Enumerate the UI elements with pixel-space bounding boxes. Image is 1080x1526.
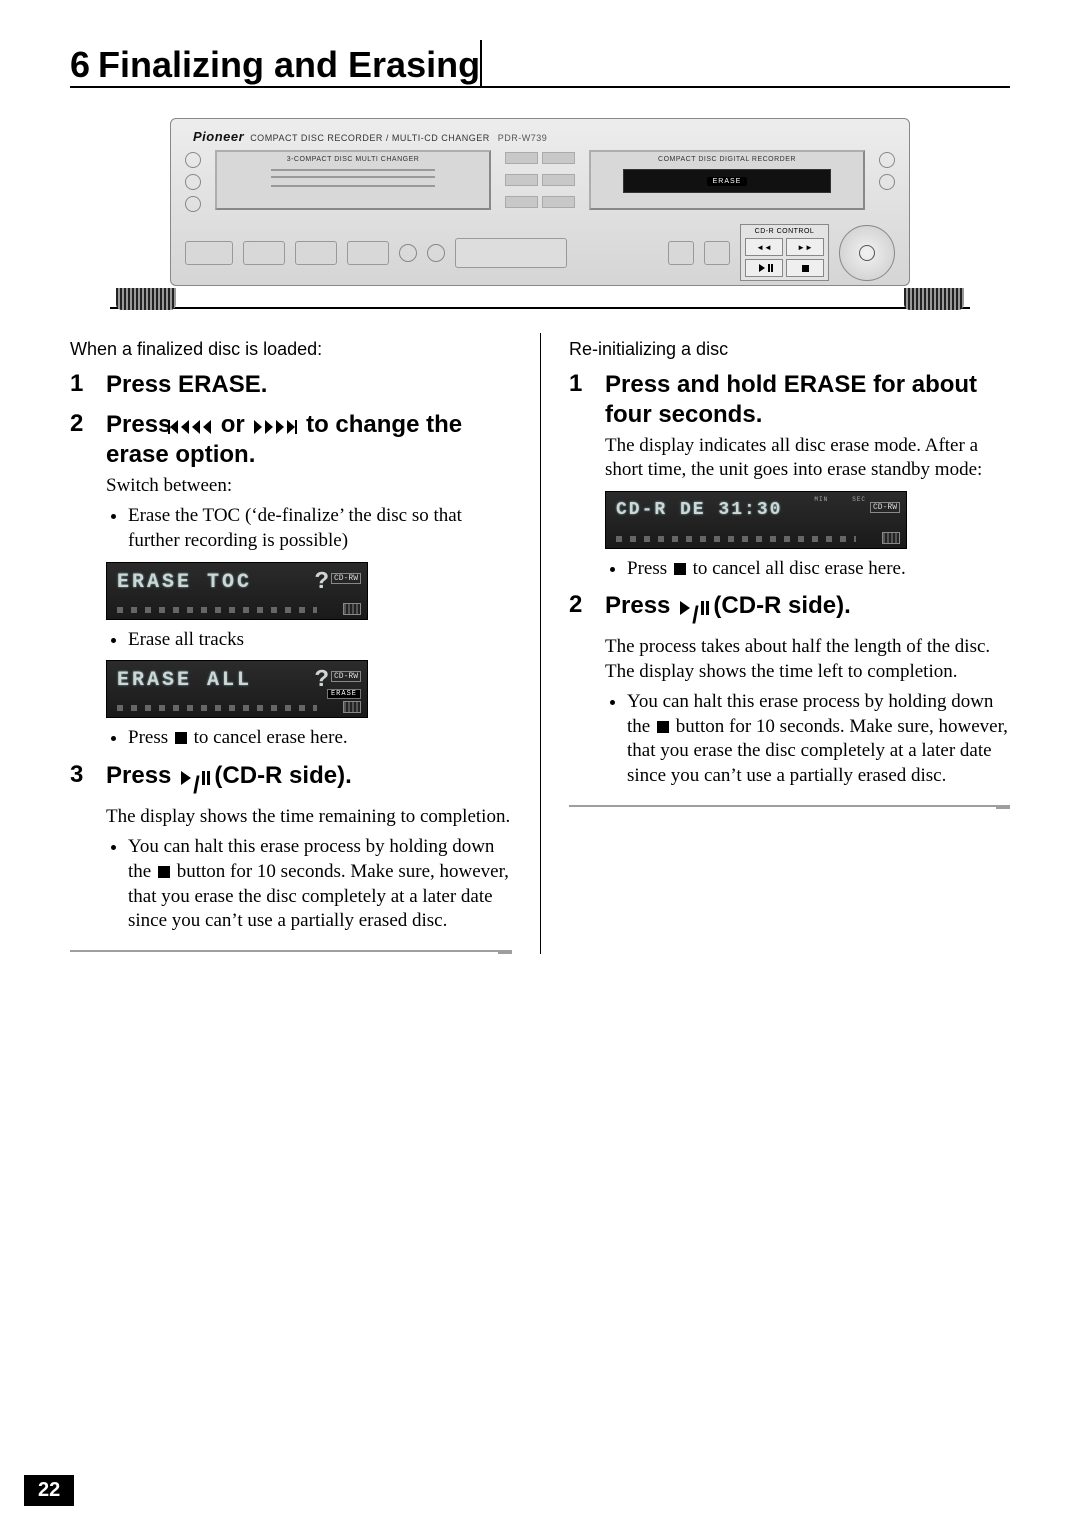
left-column: When a finalized disc is loaded: 1 Press…	[70, 333, 540, 954]
play-icon	[181, 771, 191, 785]
right-step-2-body: The process takes about half the length …	[605, 635, 1010, 684]
deck-left-label: 3-COMPACT DISC MULTI CHANGER	[287, 156, 420, 163]
rewind-icon	[203, 420, 211, 434]
stop-icon	[175, 732, 187, 744]
left-step-1-title: Press ERASE.	[106, 370, 267, 400]
device-model: PDR-W739	[498, 133, 548, 143]
chapter-title: Finalizing and Erasing	[98, 44, 480, 86]
right-step-1-title: Press and hold ERASE for about four seco…	[605, 370, 1010, 430]
brand-logo: Pioneer	[193, 129, 244, 144]
section-rule	[70, 950, 512, 954]
right-buttons-column	[879, 150, 895, 214]
erase-option-toc: Erase the TOC (‘de-finalize’ the disc so…	[128, 504, 512, 553]
play-icon	[680, 601, 690, 615]
pause-icon	[701, 601, 704, 615]
left-step-3: 3 Press / (CD-R side).	[70, 761, 512, 801]
right-step-1: 1 Press and hold ERASE for about four se…	[569, 370, 1010, 430]
prev-skip-icon	[181, 420, 189, 434]
header-divider	[480, 40, 482, 86]
deck-right-label: COMPACT DISC DIGITAL RECORDER	[658, 156, 796, 163]
fast-forward-button[interactable]: ►►	[786, 238, 824, 256]
center-buttons-grid	[505, 150, 575, 214]
lcd-reinit: MINSEC CD-R DE 31:30 CD-RW	[605, 491, 907, 549]
play-pause-button[interactable]	[745, 259, 783, 277]
lcd-erase-all: ERASE ALL ? CD-RW ERASE	[106, 660, 368, 718]
left-halt-note: You can halt this erase process by holdi…	[128, 835, 512, 934]
deck-left: 3-COMPACT DISC MULTI CHANGER	[215, 150, 491, 210]
cancel-all-erase-note: Press to cancel all disc erase here.	[627, 557, 1010, 582]
right-step-2-title: Press / (CD-R side).	[605, 591, 851, 631]
fast-forward-icon	[254, 420, 262, 434]
erase-option-all: Erase all tracks	[128, 628, 512, 653]
lcd-erase-toc: ERASE TOC ? CD-RW	[106, 562, 368, 620]
left-buttons-column	[185, 150, 201, 214]
right-lead: Re-initializing a disc	[569, 339, 1010, 360]
device-display: ERASE	[623, 169, 832, 193]
cdr-control-label: CD-R CONTROL	[745, 228, 824, 235]
left-step-1: 1 Press ERASE.	[70, 370, 512, 400]
stop-icon	[657, 721, 669, 733]
device-illustration: Pioneer COMPACT DISC RECORDER / MULTI-CD…	[70, 88, 1010, 319]
chapter-header: 6 Finalizing and Erasing	[70, 30, 1010, 88]
stop-icon	[674, 563, 686, 575]
page-number: 22	[24, 1475, 74, 1506]
pause-icon	[202, 771, 205, 785]
right-step-1-body: The display indicates all disc erase mod…	[605, 434, 1010, 483]
stop-button[interactable]	[786, 259, 824, 277]
cancel-erase-note: Press to cancel erase here.	[128, 726, 512, 751]
device-control-row: CD-R CONTROL ◄◄ ►►	[185, 224, 895, 281]
erase-indicator: ERASE	[707, 177, 748, 186]
device-subtitle: COMPACT DISC RECORDER / MULTI-CD CHANGER	[250, 133, 490, 143]
right-halt-note: You can halt this erase process by holdi…	[627, 690, 1010, 789]
chapter-number: 6	[70, 44, 90, 86]
left-step-3-title: Press / (CD-R side).	[106, 761, 352, 801]
rewind-button[interactable]: ◄◄	[745, 238, 783, 256]
left-lead: When a finalized disc is loaded:	[70, 339, 512, 360]
next-skip-icon	[276, 420, 284, 434]
section-rule	[569, 805, 1010, 809]
left-step-3-body: The display shows the time remaining to …	[106, 805, 512, 829]
right-column: Re-initializing a disc 1 Press and hold …	[540, 333, 1010, 954]
cdr-control-panel: CD-R CONTROL ◄◄ ►►	[740, 224, 829, 281]
jog-dial[interactable]	[839, 225, 895, 281]
right-step-2: 2 Press / (CD-R side).	[569, 591, 1010, 631]
stop-icon	[158, 866, 170, 878]
switch-between: Switch between:	[106, 474, 512, 498]
left-step-2: 2 Press or to change t	[70, 410, 512, 470]
left-step-2-title: Press or to change the erase option.	[106, 410, 512, 470]
deck-right: COMPACT DISC DIGITAL RECORDER ERASE	[589, 150, 865, 210]
